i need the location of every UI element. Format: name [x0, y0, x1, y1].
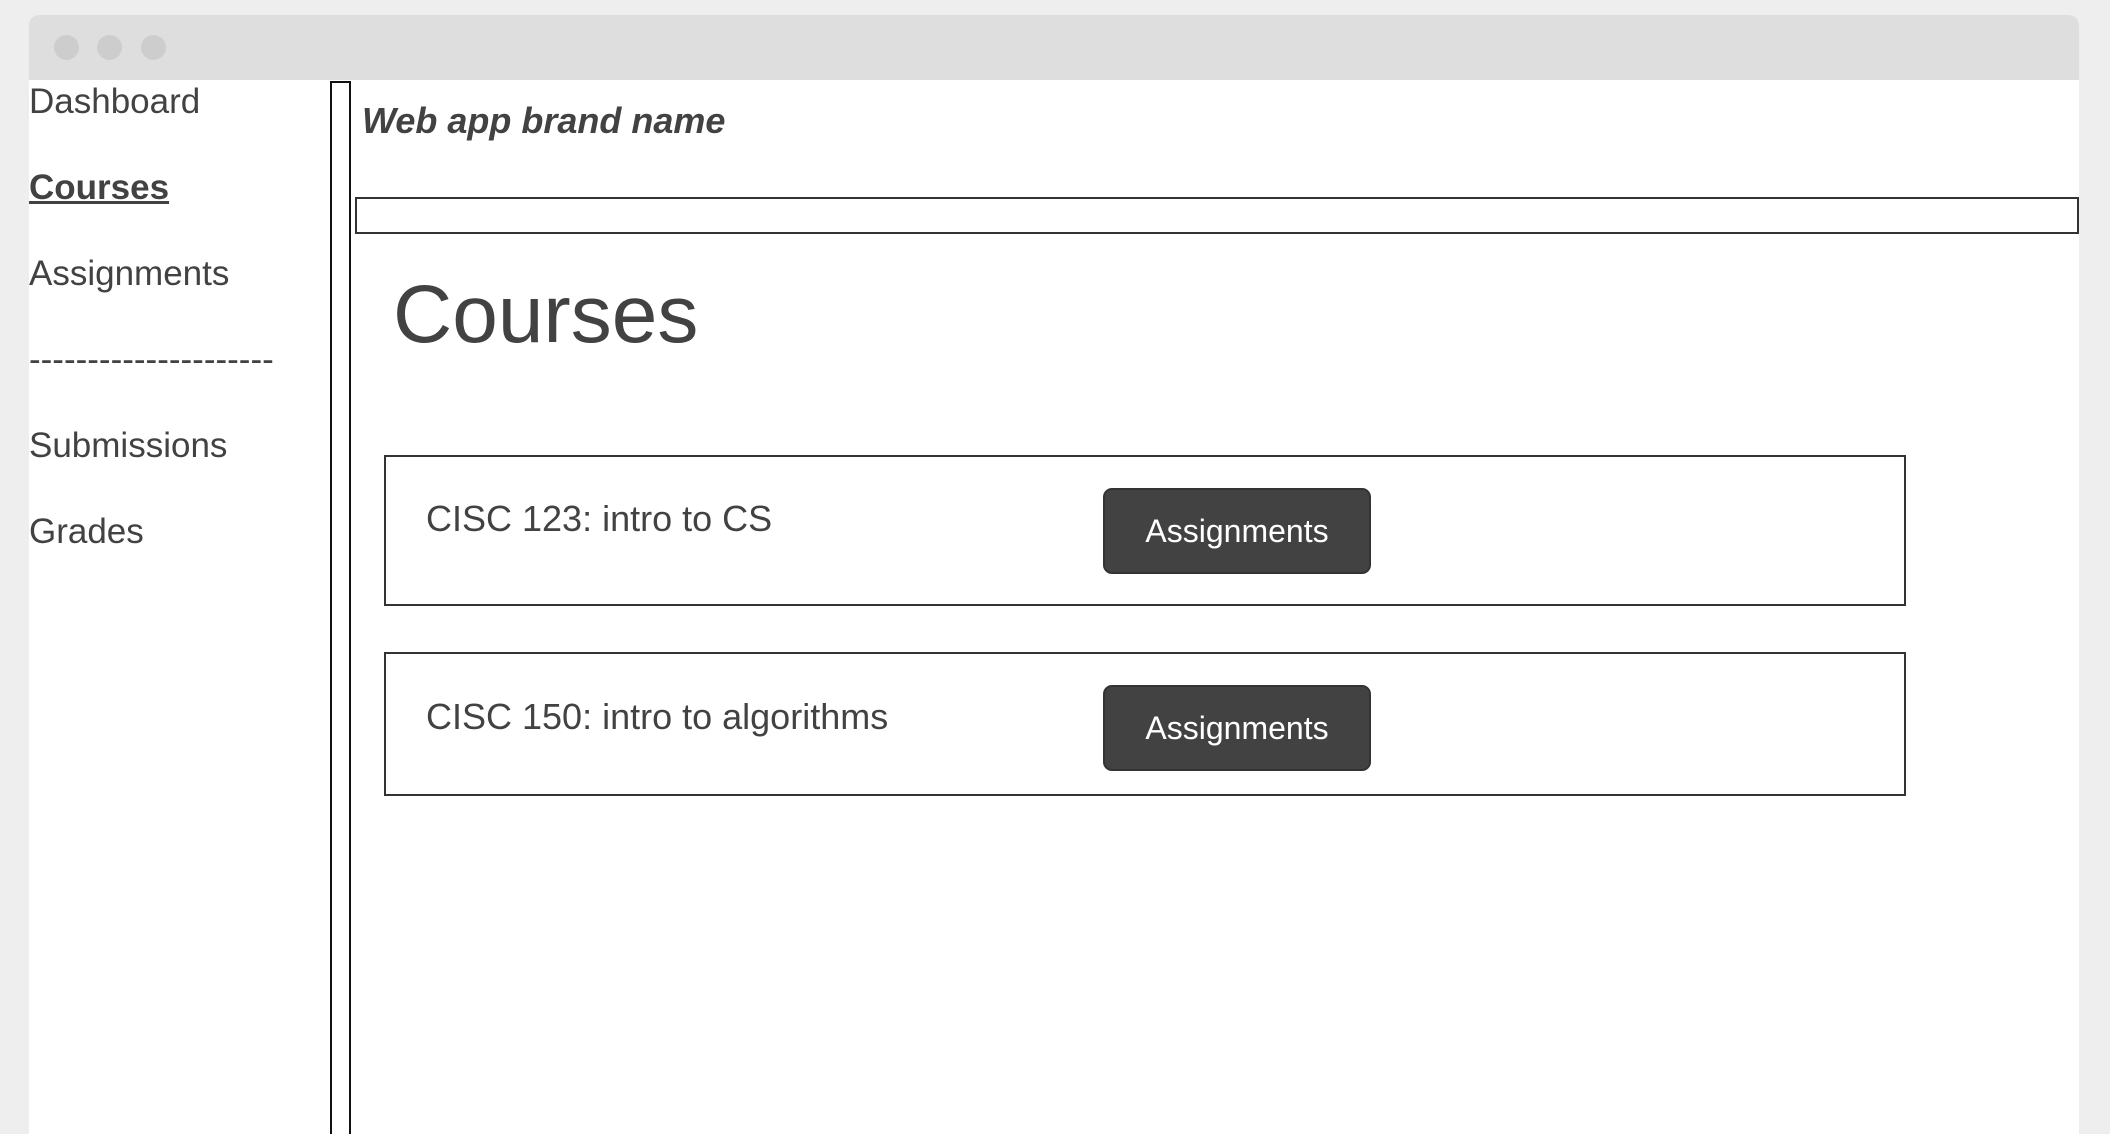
course-name: CISC 150: intro to algorithms — [426, 696, 889, 737]
close-window-dot[interactable] — [54, 35, 79, 60]
sidebar-scrollbar[interactable] — [330, 81, 351, 1134]
page-title: Courses — [393, 269, 699, 360]
course-assignments-button[interactable]: Assignments — [1103, 685, 1371, 771]
header-bar — [355, 197, 2079, 234]
minimize-window-dot[interactable] — [97, 35, 122, 60]
sidebar-item-courses[interactable]: Courses — [29, 168, 169, 208]
sidebar-item-assignments[interactable]: Assignments — [29, 254, 229, 294]
course-name: CISC 123: intro to CS — [426, 498, 773, 539]
course-card: CISC 150: intro to algorithms Assignment… — [384, 652, 1906, 796]
maximize-window-dot[interactable] — [141, 35, 166, 60]
browser-window: Dashboard Courses Assignments ----------… — [29, 15, 2079, 1134]
brand-name: Web app brand name — [362, 100, 726, 141]
sidebar-divider: --------------------- — [29, 340, 274, 379]
window-titlebar — [29, 15, 2079, 80]
sidebar-item-grades[interactable]: Grades — [29, 512, 144, 552]
course-card: CISC 123: intro to CS Assignments — [384, 455, 1906, 606]
sidebar-item-submissions[interactable]: Submissions — [29, 426, 227, 466]
course-assignments-button[interactable]: Assignments — [1103, 488, 1371, 574]
sidebar-item-dashboard[interactable]: Dashboard — [29, 82, 200, 122]
